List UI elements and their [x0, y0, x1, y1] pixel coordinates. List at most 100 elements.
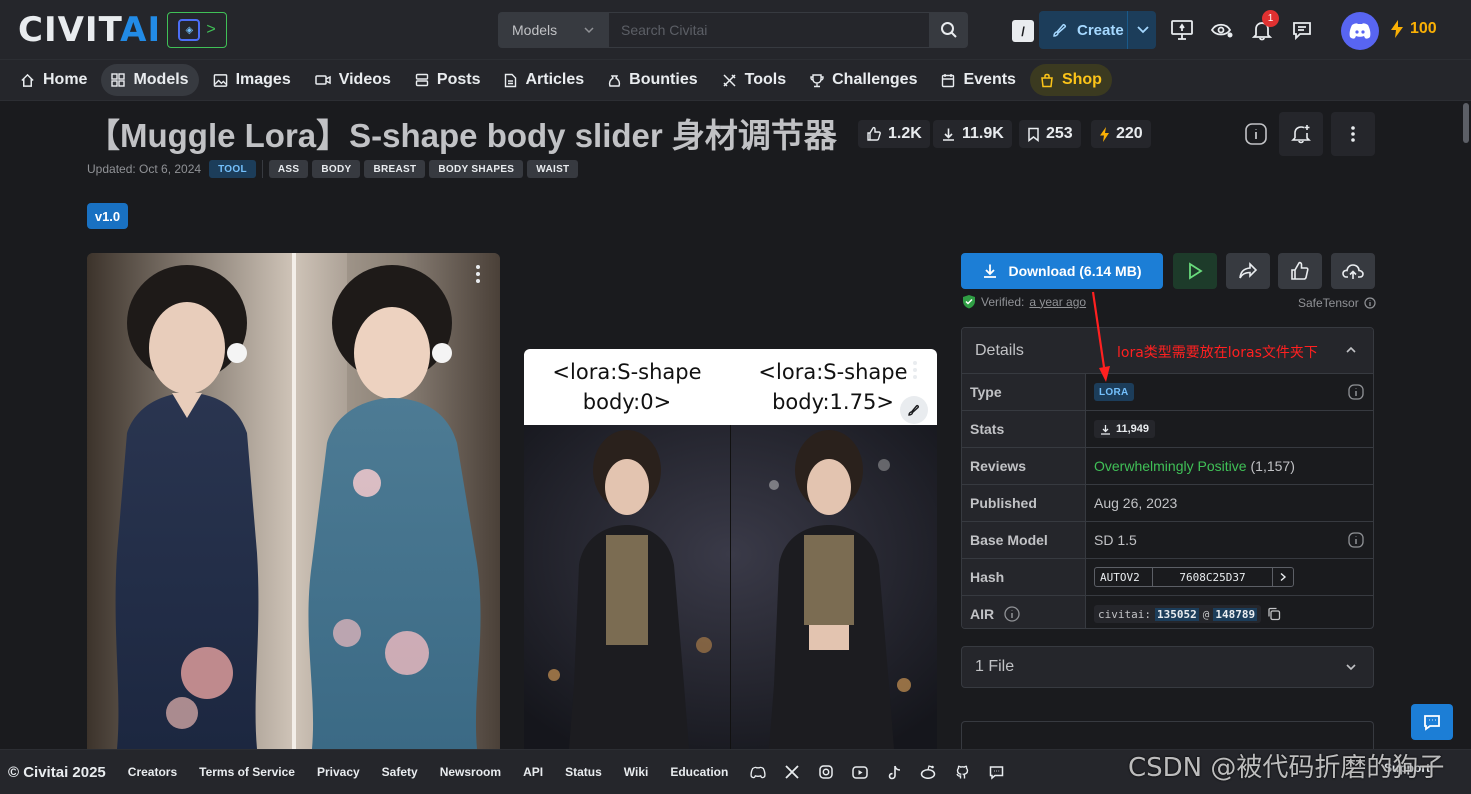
instagram-icon[interactable]	[818, 764, 834, 780]
hash-algorithm: AUTOV2	[1095, 568, 1153, 586]
nav-label: Images	[235, 71, 291, 88]
gallery-image-2[interactable]: <lora:S-shape body:0> <lora:S-shape body…	[524, 349, 937, 749]
footer-link-newsroom[interactable]: Newsroom	[440, 765, 501, 779]
page-scrollbar[interactable]	[1461, 101, 1471, 749]
search-button[interactable]	[930, 12, 968, 48]
footer-link-education[interactable]: Education	[670, 765, 728, 779]
chevron-right-icon[interactable]	[1273, 568, 1293, 586]
image-more-icon[interactable]	[913, 361, 919, 382]
nav-tools[interactable]: Tools	[712, 64, 796, 96]
run-button[interactable]	[1173, 253, 1217, 289]
search-category-select[interactable]: Models	[498, 12, 608, 48]
thumbs-up-icon	[867, 126, 881, 141]
nav-posts[interactable]: Posts	[405, 64, 491, 96]
chat-icon[interactable]	[1288, 16, 1316, 44]
bell-icon[interactable]: 1	[1248, 10, 1279, 44]
version-tab[interactable]: v1.0	[87, 203, 128, 229]
reviews-summary[interactable]: Overwhelmingly Positive	[1094, 458, 1247, 474]
share-button[interactable]	[1226, 253, 1270, 289]
nav-challenges[interactable]: Challenges	[800, 64, 927, 96]
like-count[interactable]: 1.2K	[858, 120, 930, 148]
info-icon[interactable]	[1348, 532, 1364, 548]
gallery-image-1[interactable]	[87, 253, 500, 749]
tag-waist[interactable]: WAIST	[527, 160, 579, 178]
footer-link-privacy[interactable]: Privacy	[317, 765, 360, 779]
nav-label: Posts	[436, 71, 481, 88]
nav-articles[interactable]: Articles	[494, 64, 594, 96]
x-twitter-icon[interactable]	[784, 764, 800, 780]
buzz-tip-count[interactable]: 220	[1091, 120, 1151, 148]
github-icon[interactable]	[954, 764, 970, 780]
blog-chat-icon[interactable]	[988, 764, 1004, 780]
eye-settings-icon[interactable]	[1208, 16, 1236, 44]
reddit-icon[interactable]	[920, 764, 936, 780]
nav-bounties[interactable]: Bounties	[598, 64, 707, 96]
download-count-value: 11.9K	[962, 125, 1004, 142]
review-button[interactable]	[1278, 253, 1322, 289]
air-separator: @	[1202, 607, 1210, 621]
hash-display[interactable]: AUTOV2 7608C25D37	[1094, 567, 1294, 587]
discord-icon[interactable]	[750, 764, 766, 780]
info-icon[interactable]	[1004, 606, 1020, 622]
info-icon[interactable]	[1364, 297, 1376, 309]
base-model-value: SD 1.5	[1094, 532, 1137, 548]
tag-breast[interactable]: BREAST	[364, 160, 426, 178]
buzz-balance[interactable]: 100	[1390, 20, 1437, 38]
footer-link-safety[interactable]: Safety	[382, 765, 418, 779]
footer-link-creators[interactable]: Creators	[128, 765, 177, 779]
chevron-down-icon[interactable]	[1135, 21, 1151, 37]
remix-button[interactable]	[900, 396, 928, 424]
footer-link-status[interactable]: Status	[565, 765, 602, 779]
footer-link-wiki[interactable]: Wiki	[624, 765, 649, 779]
tag-body-shapes[interactable]: BODY SHAPES	[429, 160, 524, 178]
user-avatar[interactable]	[1341, 12, 1379, 50]
download-icon	[984, 264, 997, 278]
nav-home[interactable]: Home	[10, 64, 97, 96]
buzz-amount: 100	[1410, 20, 1437, 37]
create-button[interactable]: Create	[1039, 11, 1156, 49]
upload-monitor-icon[interactable]	[1168, 16, 1196, 44]
qipao-photo	[87, 253, 500, 749]
nav-events[interactable]: Events	[931, 64, 1025, 96]
search-shortcut-key: /	[1012, 20, 1034, 42]
image-more-icon[interactable]	[476, 265, 482, 286]
creator-program-badge[interactable]: ◈ >	[167, 12, 227, 48]
shop-icon	[1041, 73, 1053, 87]
air-prefix: civitai:	[1098, 607, 1151, 621]
shield-check-icon	[963, 295, 975, 309]
nav-shop[interactable]: Shop	[1029, 64, 1112, 96]
tag-ass[interactable]: ASS	[268, 160, 309, 178]
nav-images[interactable]: Images	[203, 64, 301, 96]
details-panel: Details Type LORA Stats 11,949 Reviews O…	[961, 327, 1374, 629]
verified-status: Verified: a year ago	[962, 294, 1086, 309]
cloud-upload-button[interactable]	[1331, 253, 1375, 289]
bookmark-count[interactable]: 253	[1019, 120, 1081, 148]
calendar-icon	[942, 73, 955, 87]
files-accordion[interactable]: 1 File	[961, 646, 1374, 688]
footer-link-terms[interactable]: Terms of Service	[199, 765, 295, 779]
info-icon[interactable]	[1348, 384, 1364, 400]
nav-label: Events	[963, 71, 1016, 88]
tag-tool[interactable]: TOOL	[209, 160, 256, 178]
nav-models[interactable]: Models	[101, 64, 199, 96]
verified-time[interactable]: a year ago	[1029, 295, 1086, 309]
feedback-chat-button[interactable]	[1411, 704, 1453, 740]
more-options-button[interactable]	[1331, 112, 1375, 156]
tag-body[interactable]: BODY	[312, 160, 361, 178]
copy-icon[interactable]	[1267, 607, 1281, 621]
civitai-logo[interactable]: CIVITAI	[18, 13, 161, 47]
download-button[interactable]: Download (6.14 MB)	[961, 253, 1163, 289]
updated-date: Updated: Oct 6, 2024	[87, 162, 202, 176]
youtube-icon[interactable]	[852, 764, 869, 780]
search-input[interactable]: Search Civitai /	[608, 12, 1034, 48]
follow-notify-button[interactable]	[1279, 112, 1323, 156]
detail-row-stats: Stats 11,949	[962, 410, 1373, 447]
more-vertical-icon	[1351, 126, 1355, 142]
nav-videos[interactable]: Videos	[305, 64, 401, 96]
stats-value: 11,949	[1116, 423, 1150, 435]
info-button[interactable]	[1234, 112, 1278, 156]
footer-link-api[interactable]: API	[523, 765, 543, 779]
tiktok-icon[interactable]	[886, 764, 902, 780]
nav-label: Articles	[525, 71, 585, 88]
create-label: Create	[1077, 21, 1124, 39]
